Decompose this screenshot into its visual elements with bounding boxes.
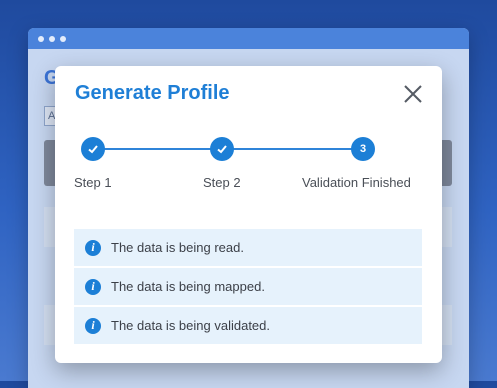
status-message-text: The data is being validated. <box>111 318 270 333</box>
info-icon: i <box>85 239 101 256</box>
check-icon <box>217 145 227 154</box>
window-control-dot[interactable] <box>38 35 44 42</box>
step-3-indicator: 3 <box>351 137 375 161</box>
status-message: i The data is being read. <box>74 229 422 266</box>
status-message-list: i The data is being read. i The data is … <box>74 229 422 346</box>
check-icon <box>88 145 98 154</box>
info-icon: i <box>85 317 101 334</box>
window-control-dot[interactable] <box>49 35 55 42</box>
status-message-text: The data is being read. <box>111 240 244 255</box>
dialog-title: Generate Profile <box>75 82 230 104</box>
close-icon <box>404 85 422 103</box>
step-connector <box>221 148 362 150</box>
status-message-text: The data is being mapped. <box>111 279 265 294</box>
status-message: i The data is being validated. <box>74 307 422 344</box>
generate-profile-dialog: Generate Profile 3 Step 1 Step 2 Validat… <box>55 66 442 363</box>
progress-stepper: 3 Step 1 Step 2 Validation Finished <box>55 136 442 196</box>
close-button[interactable] <box>402 83 424 105</box>
window-titlebar <box>28 28 469 49</box>
step-connector <box>92 148 221 150</box>
step-2-indicator <box>210 137 234 161</box>
step-2-label: Step 2 <box>203 175 241 190</box>
window-control-dot[interactable] <box>60 35 66 42</box>
step-1-label: Step 1 <box>74 175 112 190</box>
step-1-indicator <box>81 137 105 161</box>
status-message: i The data is being mapped. <box>74 268 422 305</box>
step-3-label: Validation Finished <box>302 175 411 190</box>
info-icon: i <box>85 278 101 295</box>
